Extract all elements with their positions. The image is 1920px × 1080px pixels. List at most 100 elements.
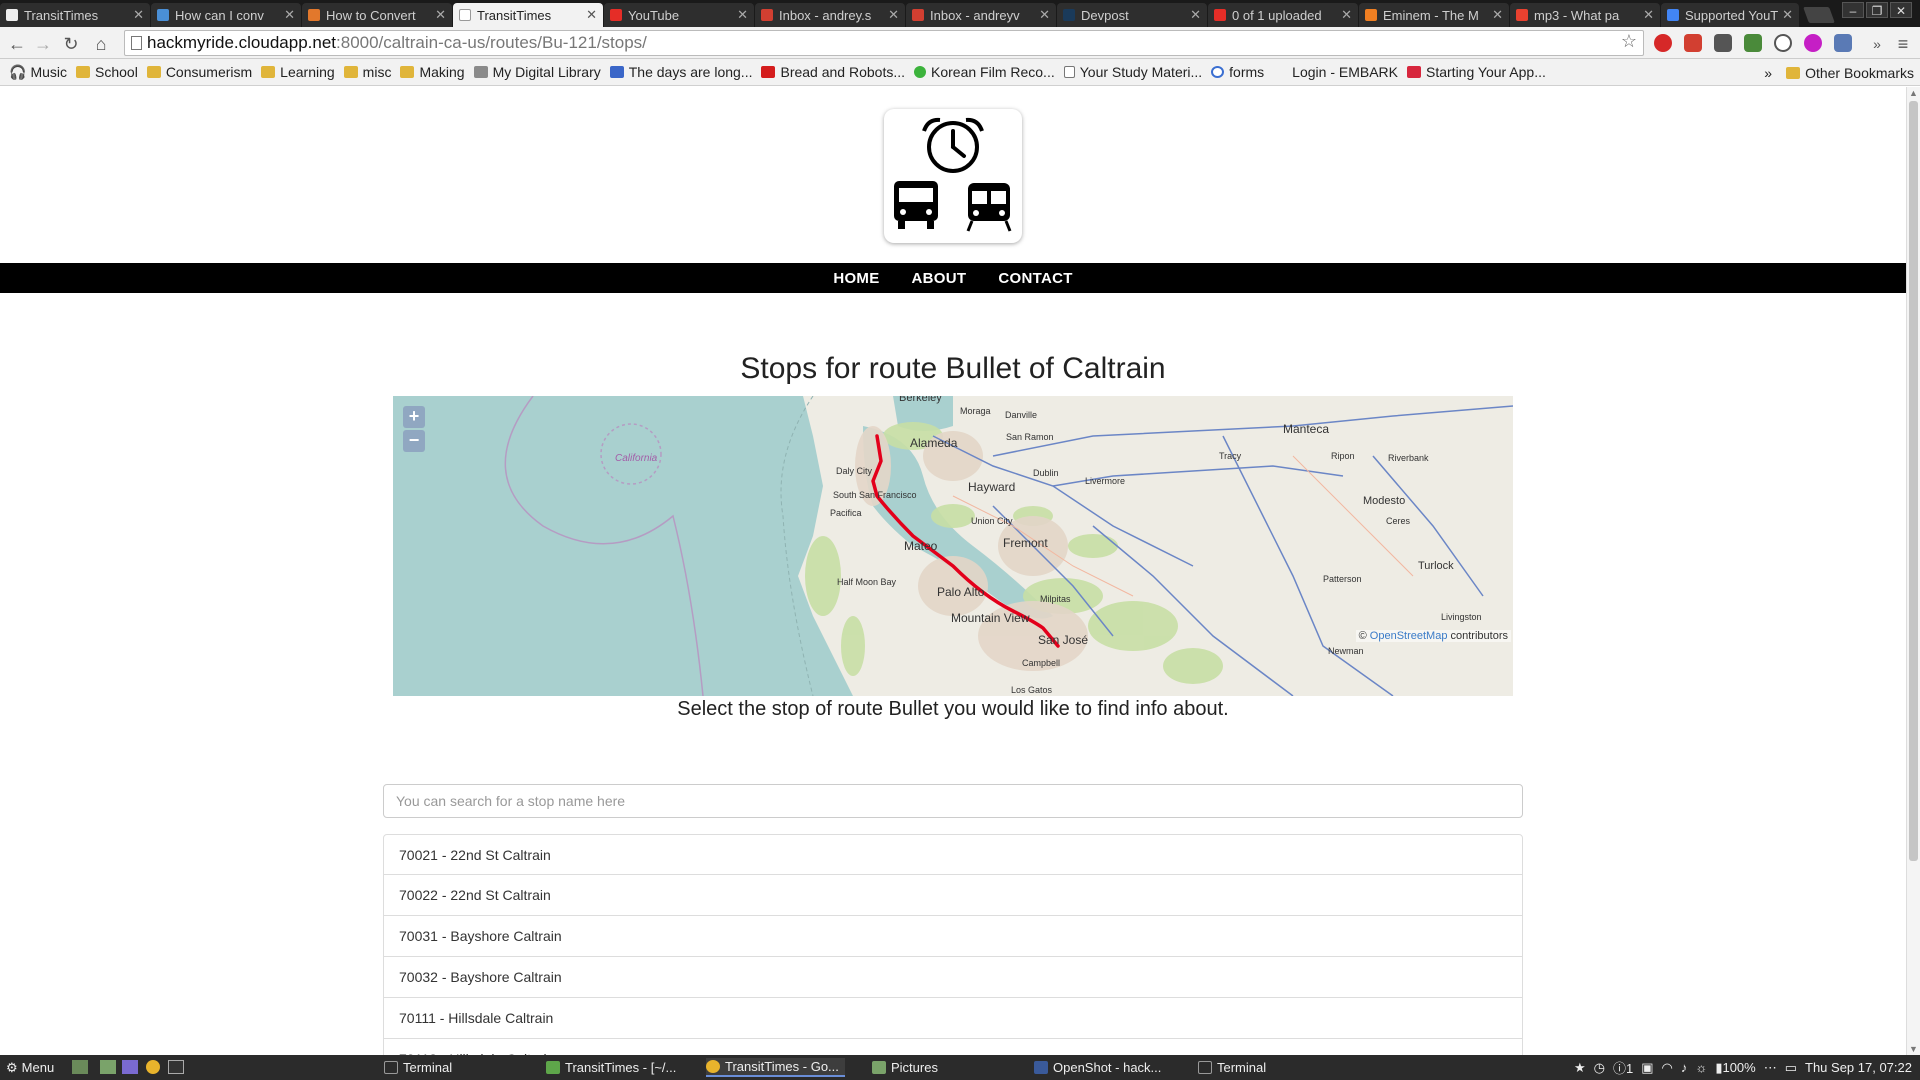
clipboard-icon[interactable]: ▣ (1641, 1060, 1653, 1076)
bookmark-item[interactable]: The days are long... (609, 64, 752, 80)
new-tab-button[interactable] (1803, 7, 1835, 23)
bookmark-folder[interactable]: misc (343, 64, 391, 80)
scrollbar-thumb[interactable] (1909, 101, 1918, 861)
extension-icon[interactable] (1744, 34, 1762, 52)
close-icon[interactable]: ✕ (1492, 7, 1503, 23)
bookmark-folder[interactable]: Making (400, 64, 465, 80)
stop-list-item[interactable]: 70112 - Hillsdale Caltrain (383, 1039, 1523, 1055)
zoom-out-button[interactable]: − (403, 430, 425, 452)
bookmark-item[interactable]: Starting Your App... (1407, 64, 1546, 80)
gmail-extension-icon[interactable] (1684, 34, 1702, 52)
page-scrollbar[interactable]: ▲ ▼ (1906, 87, 1920, 1055)
star-icon[interactable]: ★ (1574, 1060, 1586, 1076)
transittimes-logo[interactable] (884, 109, 1022, 243)
nav-home-link[interactable]: HOME (833, 270, 879, 287)
bookmark-item[interactable]: Login - EMBARK (1292, 64, 1398, 80)
terminal-launcher-icon[interactable] (168, 1060, 184, 1074)
taskbar-window[interactable]: OpenShot - hack... (1034, 1058, 1161, 1077)
browser-tab[interactable]: Supported YouT ✕ (1661, 3, 1799, 27)
page-info-icon[interactable] (131, 36, 142, 50)
close-icon[interactable]: ✕ (133, 7, 144, 23)
close-icon[interactable]: ✕ (586, 7, 597, 23)
cloud-extension-icon[interactable] (1834, 34, 1852, 52)
bookmark-folder[interactable]: School (76, 64, 138, 80)
taskbar-window-active[interactable]: TransitTimes - Go... (706, 1058, 845, 1077)
browser-tab[interactable]: Inbox - andreyv ✕ (906, 3, 1056, 27)
close-icon[interactable]: ✕ (1039, 7, 1050, 23)
taskbar-window[interactable]: Terminal (1198, 1058, 1266, 1077)
menu-icon[interactable]: ≡ (1892, 33, 1914, 55)
display-icon[interactable]: ▭ (1785, 1060, 1797, 1076)
bookmark-folder[interactable]: Learning (261, 64, 335, 80)
close-icon[interactable]: ✕ (1190, 7, 1201, 23)
bookmark-item[interactable]: Bread and Robots... (761, 64, 905, 80)
bookmark-folder[interactable]: Consumerism (146, 64, 252, 80)
nav-about-link[interactable]: ABOUT (912, 270, 967, 287)
bookmark-item[interactable]: forms (1211, 64, 1264, 80)
clock-text[interactable]: Thu Sep 17, 07:22 (1805, 1060, 1912, 1075)
bookmark-star-icon[interactable]: ☆ (1621, 31, 1637, 52)
close-icon[interactable]: ✕ (737, 7, 748, 23)
browser-tab[interactable]: 0 of 1 uploaded ✕ (1208, 3, 1358, 27)
close-icon[interactable]: ✕ (888, 7, 899, 23)
scroll-down-icon[interactable]: ▼ (1909, 1044, 1918, 1054)
bookmark-item[interactable]: Your Study Materi... (1063, 64, 1202, 80)
close-window-icon[interactable]: ✕ (1890, 2, 1912, 18)
stop-list-item[interactable]: 70031 - Bayshore Caltrain (383, 916, 1523, 957)
extension-icon[interactable] (1714, 34, 1732, 52)
close-icon[interactable]: ✕ (1782, 7, 1793, 23)
wifi-icon[interactable]: ◠ (1662, 1060, 1673, 1076)
browser-tab[interactable]: mp3 - What pa ✕ (1510, 3, 1660, 27)
taskbar-window[interactable]: Pictures (872, 1058, 938, 1077)
openstreetmap-link[interactable]: OpenStreetMap (1370, 630, 1448, 642)
stop-list-item[interactable]: 70022 - 22nd St Caltrain (383, 875, 1523, 916)
taskbar-window[interactable]: Terminal (384, 1058, 452, 1077)
close-icon[interactable]: ✕ (1341, 7, 1352, 23)
back-icon[interactable]: ← (6, 33, 28, 55)
nav-contact-link[interactable]: CONTACT (998, 270, 1072, 287)
scroll-up-icon[interactable]: ▲ (1909, 88, 1918, 98)
restore-icon[interactable]: ❐ (1866, 2, 1888, 18)
home-icon[interactable]: ⌂ (90, 33, 112, 55)
bookmark-item[interactable]: My Digital Library (473, 64, 601, 80)
extension-icon[interactable] (1654, 34, 1672, 52)
stop-list-item[interactable]: 70021 - 22nd St Caltrain (383, 834, 1523, 875)
show-desktop-icon[interactable] (72, 1060, 88, 1074)
taskbar-window[interactable]: TransitTimes - [~/... (546, 1058, 676, 1077)
minimize-icon[interactable]: – (1842, 2, 1864, 18)
chrome-launcher-icon[interactable] (146, 1060, 160, 1074)
close-icon[interactable]: ✕ (435, 7, 446, 23)
route-map[interactable]: Berkeley Moraga Danville San Ramon Alame… (393, 396, 1513, 696)
bookmark-item[interactable]: 🎧 Music (9, 64, 67, 81)
brightness-icon[interactable]: ☼ (1695, 1060, 1707, 1075)
reload-icon[interactable]: ↻ (60, 33, 82, 55)
forward-icon[interactable]: → (32, 33, 54, 55)
browser-tab[interactable]: How can I conv ✕ (151, 3, 301, 27)
browser-tab[interactable]: YouTube ✕ (604, 3, 754, 27)
close-icon[interactable]: ✕ (284, 7, 295, 23)
start-menu-button[interactable]: ⚙ Menu (6, 1058, 54, 1077)
browser-tab[interactable]: TransitTimes ✕ (0, 3, 150, 27)
app-launcher-icon[interactable] (122, 1060, 138, 1074)
close-icon[interactable]: ✕ (1643, 7, 1654, 23)
extension-icon[interactable] (1804, 34, 1822, 52)
bookmarks-overflow-button[interactable]: » (1764, 65, 1772, 81)
stop-search-input[interactable] (383, 784, 1523, 818)
volume-icon[interactable]: ♪ (1681, 1060, 1688, 1075)
files-icon[interactable] (100, 1060, 116, 1074)
browser-tab-active[interactable]: TransitTimes ✕ (453, 3, 603, 27)
zoom-in-button[interactable]: + (403, 406, 425, 428)
battery-icon[interactable]: ▮100% (1715, 1060, 1755, 1076)
browser-tab[interactable]: Inbox - andrey.s ✕ (755, 3, 905, 27)
clock-icon[interactable]: ◷ (1594, 1060, 1605, 1076)
stop-list-item[interactable]: 70032 - Bayshore Caltrain (383, 957, 1523, 998)
bookmark-item[interactable]: Korean Film Reco... (914, 64, 1055, 80)
more-icon[interactable]: ⋯ (1764, 1060, 1777, 1076)
address-bar[interactable]: hackmyride.cloudapp.net:8000/caltrain-ca… (124, 30, 1644, 56)
chevron-more-icon[interactable]: » (1866, 33, 1888, 55)
browser-tab[interactable]: Eminem - The M ✕ (1359, 3, 1509, 27)
other-bookmarks[interactable]: Other Bookmarks (1805, 65, 1914, 81)
stop-list-item[interactable]: 70111 - Hillsdale Caltrain (383, 998, 1523, 1039)
browser-tab[interactable]: How to Convert ✕ (302, 3, 452, 27)
browser-tab[interactable]: Devpost ✕ (1057, 3, 1207, 27)
